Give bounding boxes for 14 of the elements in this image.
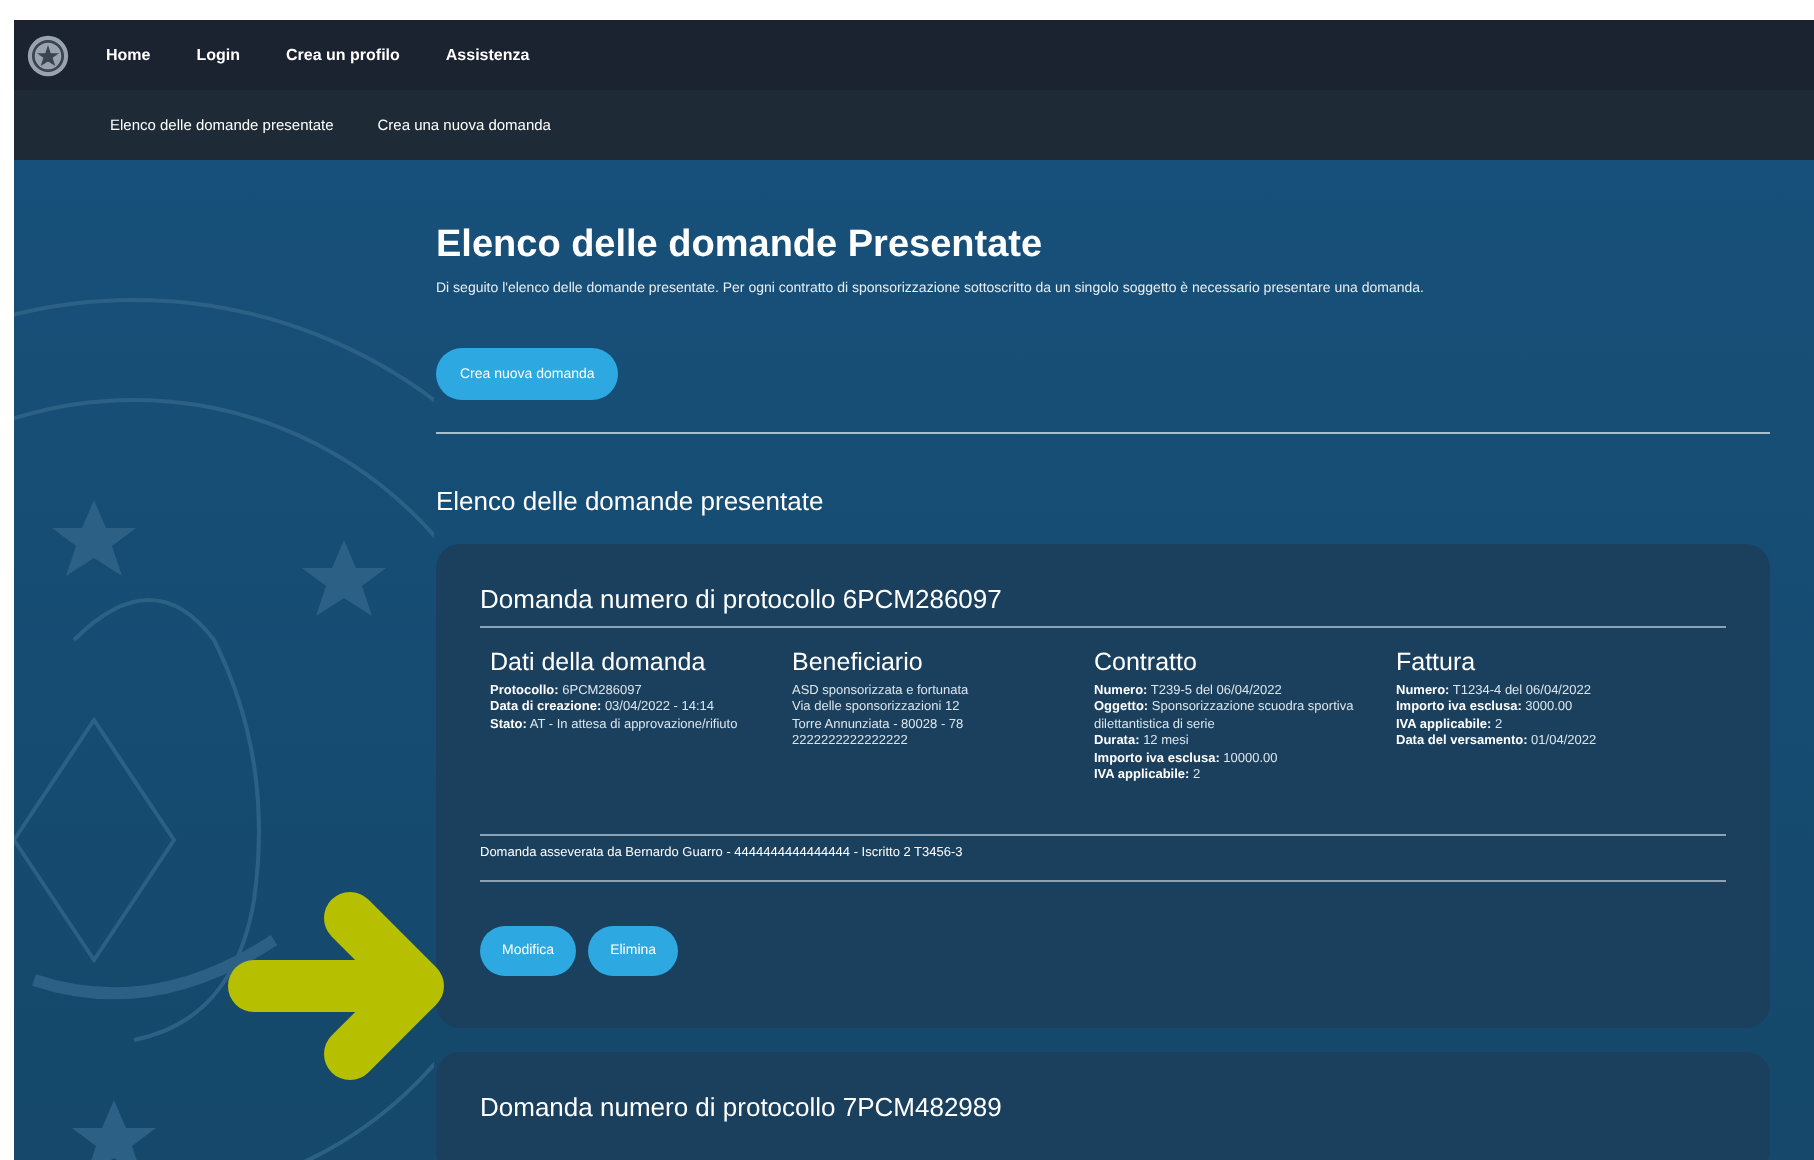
nav-link[interactable]: Assistenza: [445, 46, 530, 64]
section-heading: Elenco delle domande presentate: [436, 486, 826, 516]
nav-link[interactable]: Home: [106, 46, 151, 64]
nav-link[interactable]: Crea un profilo: [286, 46, 400, 64]
column-heading: Contratto: [1094, 648, 1199, 676]
card-title: Domanda numero di protocollo 6PCM286097: [480, 584, 1004, 614]
page-title: Elenco delle domande Presentate: [436, 224, 1045, 268]
arrow-icon: [226, 890, 450, 1082]
column-heading: Beneficiario: [792, 648, 925, 676]
nav-link[interactable]: Login: [196, 46, 241, 64]
column-heading: Dati della domanda: [490, 648, 708, 676]
emblem-icon[interactable]: [26, 33, 70, 77]
card-title: Domanda numero di protocollo 7PCM482989: [480, 1091, 1004, 1122]
column-heading: Fattura: [1396, 648, 1478, 676]
